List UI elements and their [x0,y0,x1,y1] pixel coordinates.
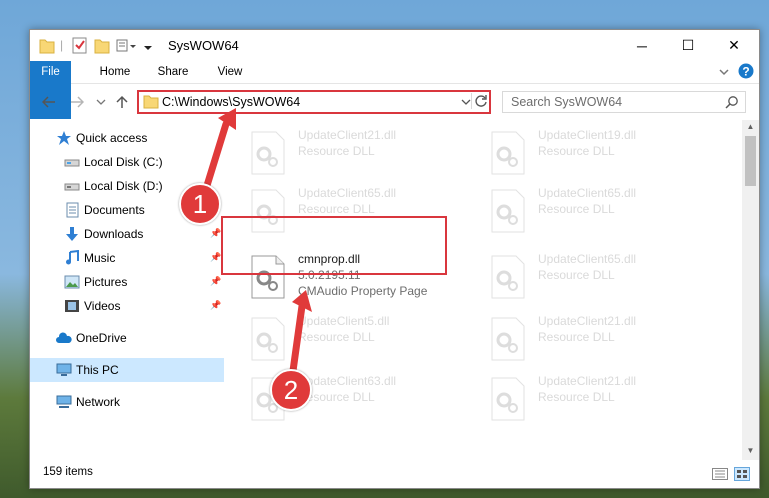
annotation-arrows [201,108,312,382]
callout-badge-1: 1 [179,183,221,225]
callout-badge-2: 2 [270,369,312,411]
